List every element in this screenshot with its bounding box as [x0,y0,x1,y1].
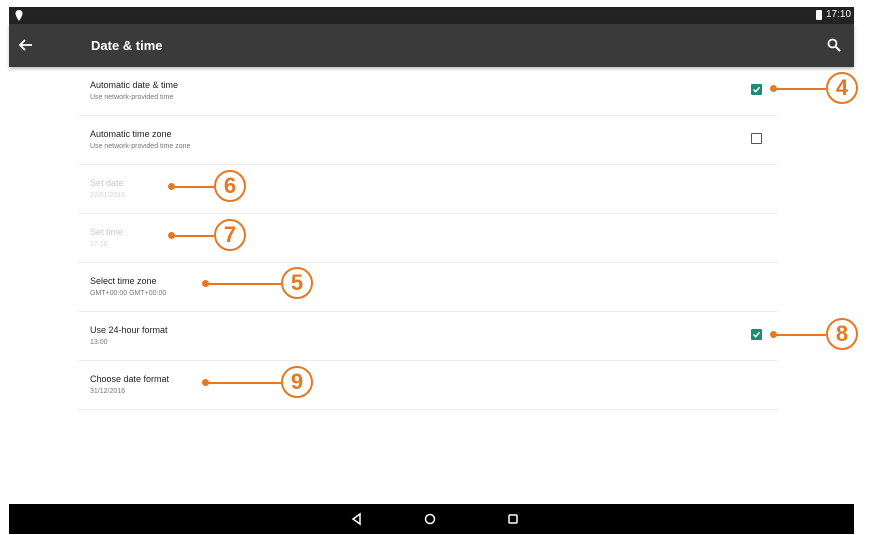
back-triangle-icon[interactable] [349,511,365,527]
status-bar: 17:10 [9,7,854,24]
setting-subtitle: 22/01/2016 [90,192,126,199]
automatic-date-time-checkbox[interactable] [751,84,762,95]
check-icon [752,331,761,338]
page-title: Date & time [91,38,163,53]
setting-title: Set time [90,227,124,237]
status-clock: 17:10 [826,9,852,20]
setting-title: Use 24-hour format [90,325,168,335]
setting-automatic-time-zone[interactable]: Automatic time zone Use network-provided… [78,116,778,165]
setting-use-24-hour-format[interactable]: Use 24-hour format 13:00 [78,312,778,361]
setting-title: Set date [90,178,124,188]
setting-subtitle: Use network-provided time zone [90,143,191,150]
location-pin-icon [15,10,23,21]
callout-line [774,88,826,90]
setting-subtitle: 13:00 [90,339,108,346]
setting-subtitle: GMT+00:00 GMT+00:00 [90,290,167,297]
use-24-hour-format-checkbox[interactable] [751,329,762,340]
settings-list: Automatic date & time Use network-provid… [78,67,778,410]
navigation-bar [9,504,854,534]
callout-number: 4 [826,72,858,104]
setting-subtitle: 17:10 [90,241,108,248]
setting-set-date[interactable]: Set date 22/01/2016 [78,165,778,214]
callout-number: 9 [281,366,313,398]
callout-line [172,186,214,188]
callout-number: 8 [826,318,858,350]
automatic-time-zone-checkbox[interactable] [751,133,762,144]
battery-icon [816,10,822,20]
callout-number: 6 [214,170,246,202]
setting-set-time[interactable]: Set time 17:10 [78,214,778,263]
callout-line [206,283,281,285]
arrow-left-icon[interactable] [18,37,34,53]
setting-choose-date-format[interactable]: Choose date format 31/12/2016 [78,361,778,410]
setting-title: Automatic time zone [90,129,172,139]
setting-subtitle: 31/12/2016 [90,388,126,395]
callout-line [172,235,214,237]
callout-line [206,382,281,384]
check-icon [752,86,761,93]
search-icon[interactable] [827,38,841,52]
setting-automatic-date-time[interactable]: Automatic date & time Use network-provid… [78,67,778,116]
callout-number: 7 [214,219,246,251]
callout-number: 5 [281,267,313,299]
home-circle-icon[interactable] [422,511,438,527]
setting-title: Select time zone [90,276,157,286]
app-bar: Date & time [9,24,854,67]
recents-square-icon[interactable] [505,511,521,527]
setting-subtitle: Use network-provided time [90,94,174,101]
callout-line [774,334,826,336]
setting-select-time-zone[interactable]: Select time zone GMT+00:00 GMT+00:00 [78,263,778,312]
setting-title: Choose date format [90,374,170,384]
setting-title: Automatic date & time [90,80,179,90]
